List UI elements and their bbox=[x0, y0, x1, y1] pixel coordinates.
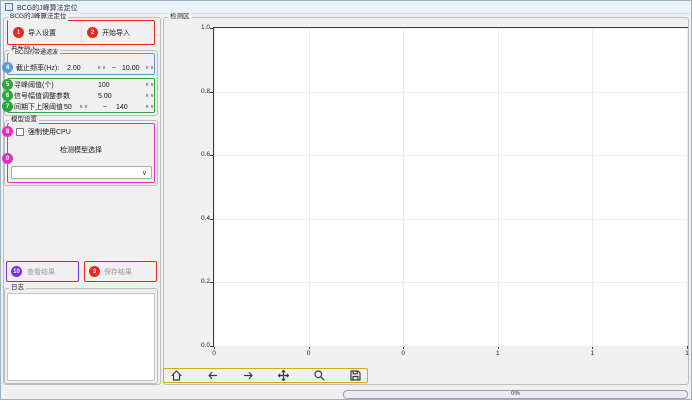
model-group-label: 模型设置 bbox=[9, 116, 39, 124]
x-tick-label: 1 bbox=[679, 350, 692, 357]
badge-2: 2 bbox=[87, 27, 98, 38]
y-tick-label: 0.0 bbox=[188, 342, 210, 349]
plot-canvas[interactable]: 0001110.00.20.40.60.81.0 bbox=[213, 27, 688, 347]
model-annotation-box bbox=[7, 123, 155, 183]
y-tickmark bbox=[210, 92, 214, 93]
y-tickmark bbox=[210, 346, 214, 347]
zoom-icon[interactable] bbox=[313, 370, 325, 382]
progress-bar: 0% bbox=[343, 390, 688, 399]
y-tickmark bbox=[210, 155, 214, 156]
badge-1: 1 bbox=[13, 27, 24, 38]
x-tickmark bbox=[687, 346, 688, 349]
y-tick-label: 1.0 bbox=[188, 24, 210, 31]
titlebar: BCG的J峰算法定位 bbox=[0, 0, 692, 14]
badge-10: 10 bbox=[11, 266, 22, 277]
app-icon bbox=[5, 3, 13, 11]
badge-7: 7 bbox=[2, 101, 13, 112]
log-textarea[interactable] bbox=[7, 293, 155, 381]
x-gridline bbox=[309, 28, 310, 346]
bandpass-group-label: BCG的带通滤波 bbox=[13, 49, 60, 57]
x-gridline bbox=[687, 28, 688, 346]
y-tick-label: 0.6 bbox=[188, 151, 210, 158]
y-tick-label: 0.2 bbox=[188, 278, 210, 285]
badge-8: 8 bbox=[2, 126, 13, 137]
y-gridline bbox=[214, 28, 687, 29]
log-group-label: 日志 bbox=[9, 284, 26, 292]
badge-5: 5 bbox=[2, 79, 13, 90]
x-tick-label: 0 bbox=[395, 350, 411, 357]
y-gridline bbox=[214, 92, 687, 93]
matplotlib-toolbar bbox=[163, 368, 368, 383]
x-gridline bbox=[498, 28, 499, 346]
x-tick-label: 1 bbox=[490, 350, 506, 357]
home-icon[interactable] bbox=[170, 370, 182, 382]
import-annotation-box bbox=[7, 20, 155, 45]
save-icon[interactable] bbox=[349, 370, 361, 382]
y-tickmark bbox=[210, 282, 214, 283]
badge-9: 9 bbox=[2, 153, 13, 164]
progress-text: 0% bbox=[511, 391, 520, 398]
y-gridline bbox=[214, 282, 687, 283]
badge-6: 6 bbox=[2, 90, 13, 101]
badge-4: 4 bbox=[2, 62, 13, 73]
y-tick-label: 0.4 bbox=[188, 215, 210, 222]
badge-3: 3 bbox=[89, 266, 100, 277]
back-icon[interactable] bbox=[206, 370, 218, 382]
forward-icon[interactable] bbox=[242, 370, 254, 382]
x-gridline bbox=[592, 28, 593, 346]
x-tick-label: 0 bbox=[206, 350, 222, 357]
y-gridline bbox=[214, 155, 687, 156]
window-title: BCG的J峰算法定位 bbox=[17, 3, 78, 13]
x-tick-label: 1 bbox=[584, 350, 600, 357]
y-gridline bbox=[214, 346, 687, 347]
y-gridline bbox=[214, 219, 687, 220]
y-tickmark bbox=[210, 28, 214, 29]
x-gridline bbox=[403, 28, 404, 346]
plot-group-label: 检测区 bbox=[168, 13, 192, 21]
left-group-label: BCG的J峰算法定位 bbox=[8, 13, 68, 21]
x-tick-label: 0 bbox=[301, 350, 317, 357]
x-gridline bbox=[214, 28, 215, 346]
y-tickmark bbox=[210, 219, 214, 220]
pan-icon[interactable] bbox=[277, 370, 289, 382]
threshold-annotation-box bbox=[7, 78, 155, 113]
y-tick-label: 0.8 bbox=[188, 88, 210, 95]
